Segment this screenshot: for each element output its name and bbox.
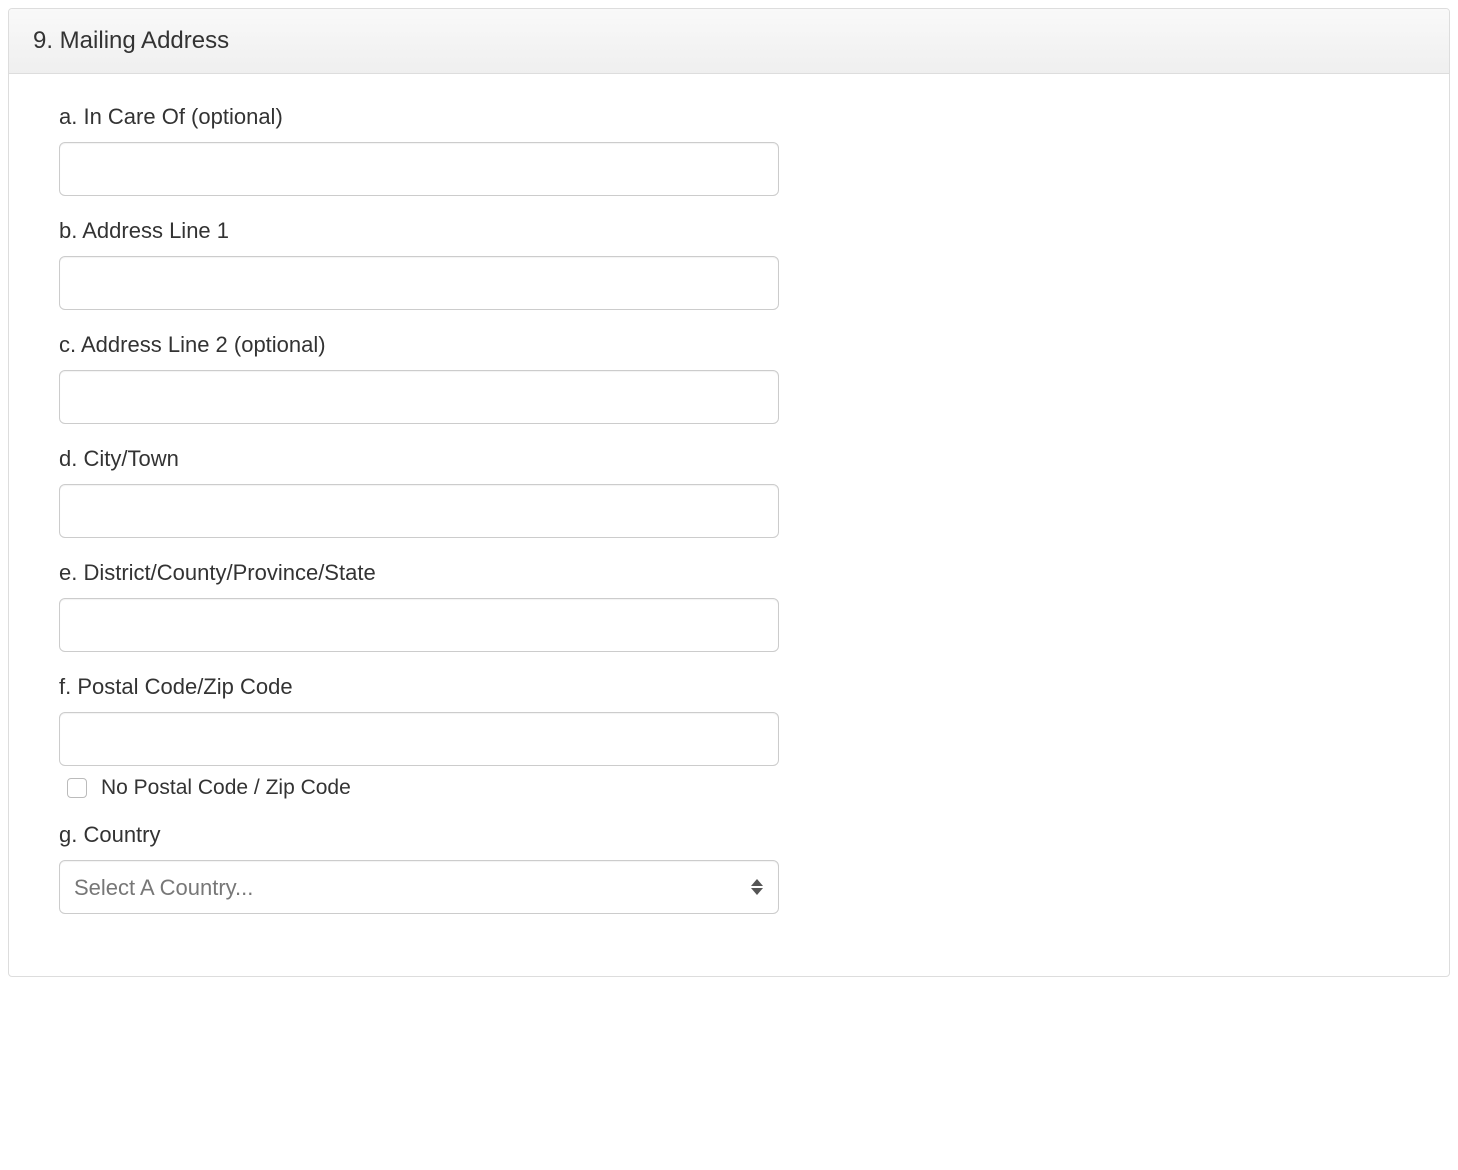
address-line-2-input[interactable] (59, 370, 779, 424)
field-country: g. Country Select A Country... (59, 822, 1399, 914)
panel-body: a. In Care Of (optional) b. Address Line… (9, 74, 1449, 976)
postal-code-input[interactable] (59, 712, 779, 766)
district-state-input[interactable] (59, 598, 779, 652)
field-address-line-2: c. Address Line 2 (optional) (59, 332, 1399, 424)
country-select-wrapper: Select A Country... (59, 860, 779, 914)
field-in-care-of: a. In Care Of (optional) (59, 104, 1399, 196)
field-district-state: e. District/County/Province/State (59, 560, 1399, 652)
country-label: g. Country (59, 822, 1399, 848)
city-town-label: d. City/Town (59, 446, 1399, 472)
address-line-1-input[interactable] (59, 256, 779, 310)
mailing-address-panel: 9. Mailing Address a. In Care Of (option… (8, 8, 1450, 977)
field-postal-code: f. Postal Code/Zip Code No Postal Code /… (59, 674, 1399, 800)
field-address-line-1: b. Address Line 1 (59, 218, 1399, 310)
country-select[interactable]: Select A Country... (59, 860, 779, 914)
field-city-town: d. City/Town (59, 446, 1399, 538)
no-postal-code-checkbox[interactable] (67, 778, 87, 798)
no-postal-code-row: No Postal Code / Zip Code (59, 776, 1399, 800)
address-line-1-label: b. Address Line 1 (59, 218, 1399, 244)
city-town-input[interactable] (59, 484, 779, 538)
postal-code-label: f. Postal Code/Zip Code (59, 674, 1399, 700)
in-care-of-label: a. In Care Of (optional) (59, 104, 1399, 130)
panel-title: 9. Mailing Address (9, 9, 1449, 74)
address-line-2-label: c. Address Line 2 (optional) (59, 332, 1399, 358)
in-care-of-input[interactable] (59, 142, 779, 196)
no-postal-code-label: No Postal Code / Zip Code (101, 776, 351, 800)
district-state-label: e. District/County/Province/State (59, 560, 1399, 586)
